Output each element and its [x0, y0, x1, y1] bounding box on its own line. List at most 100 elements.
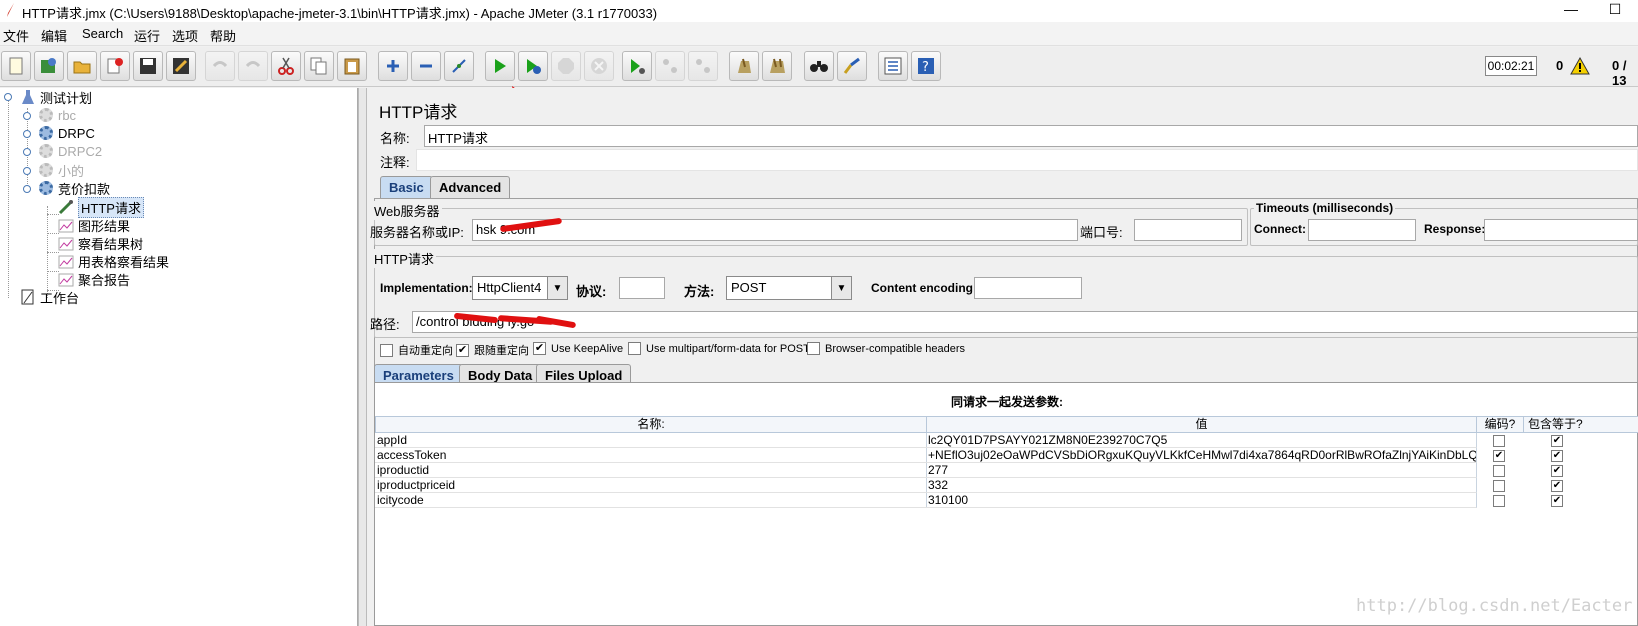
remote-start-icon[interactable] — [622, 51, 652, 81]
name-field[interactable]: HTTP请求 — [424, 125, 1638, 147]
menu-run[interactable]: 运行 — [134, 26, 160, 45]
start-icon[interactable] — [485, 51, 515, 81]
keepalive-checkbox[interactable]: ✔ Use KeepAlive — [533, 342, 623, 355]
tree-node-drpc2[interactable]: DRPC2 — [38, 142, 102, 160]
help-icon[interactable]: ? — [911, 51, 941, 81]
check-icon[interactable]: ✔ — [1551, 435, 1563, 447]
stop-icon[interactable] — [551, 51, 581, 81]
menu-edit[interactable]: 编辑 — [41, 26, 67, 45]
listener-chart-icon — [58, 217, 74, 233]
paste-icon[interactable] — [337, 51, 367, 81]
close-file-icon[interactable] — [100, 51, 130, 81]
auto-redirect-checkbox[interactable]: 自动重定向 — [380, 342, 453, 358]
encode-checkbox[interactable] — [1493, 480, 1505, 492]
check-icon[interactable]: ✔ — [1551, 450, 1563, 462]
param-name-cell[interactable]: appId — [375, 433, 927, 448]
response-timeout-field[interactable] — [1484, 219, 1638, 241]
search-icon[interactable] — [804, 51, 834, 81]
tree-expander-root[interactable] — [4, 93, 12, 101]
param-name-cell[interactable]: iproductpriceid — [375, 478, 927, 493]
remote-stop-icon[interactable] — [655, 51, 685, 81]
tree-node-view-results-tree[interactable]: 察看结果树 — [58, 234, 143, 252]
menu-search[interactable]: Search — [82, 26, 123, 41]
clear-all-icon[interactable] — [762, 51, 792, 81]
start-no-pauses-icon[interactable] — [518, 51, 548, 81]
encode-checkbox[interactable] — [1493, 435, 1505, 447]
new-icon[interactable] — [1, 51, 31, 81]
tree-node-small[interactable]: 小的 — [38, 161, 84, 179]
tree-node-test-plan[interactable]: 测试计划 — [20, 88, 92, 106]
tree-expander-drpc[interactable] — [23, 130, 31, 138]
column-header-value[interactable]: 值 — [926, 416, 1477, 433]
check-icon[interactable]: ✔ — [1551, 465, 1563, 477]
param-value-cell[interactable]: 310100 — [926, 493, 1477, 508]
port-field[interactable] — [1134, 219, 1242, 241]
undo-icon[interactable] — [205, 51, 235, 81]
minimize-button[interactable]: — — [1556, 1, 1586, 17]
parameters-table: 同请求一起发送参数: 名称: 值 编码? 包含等于? appId lc2QY01D… — [374, 382, 1638, 626]
encode-checkbox[interactable] — [1493, 495, 1505, 507]
templates-icon[interactable] — [34, 51, 64, 81]
clear-icon[interactable] — [729, 51, 759, 81]
encode-checkbox[interactable] — [1493, 465, 1505, 477]
tree-expander-bidding[interactable] — [23, 185, 31, 193]
tree-node-bidding[interactable]: 竞价扣款 — [38, 179, 110, 197]
redo-icon[interactable] — [238, 51, 268, 81]
tree-node-view-results-table[interactable]: 用表格察看结果 — [58, 252, 169, 270]
method-select[interactable]: POST ▼ — [726, 276, 852, 300]
multipart-checkbox[interactable]: Use multipart/form-data for POST — [628, 342, 810, 355]
follow-redirect-checkbox[interactable]: ✔ 跟随重定向 — [456, 342, 529, 358]
param-name-cell[interactable]: iproductid — [375, 463, 927, 478]
menu-file[interactable]: 文件 — [3, 26, 29, 45]
implementation-select[interactable]: HttpClient4 ▼ — [472, 276, 568, 300]
comment-field[interactable] — [416, 149, 1638, 171]
param-value-cell[interactable]: lc2QY01D7PSAYY021ZM8N0E239270C7Q5 — [926, 433, 1477, 448]
tree-node-http-request[interactable]: HTTP请求 — [58, 196, 144, 218]
path-field[interactable]: /control bidding ly.go — [412, 311, 1638, 333]
check-icon[interactable]: ✔ — [1551, 495, 1563, 507]
param-name-cell[interactable]: accessToken — [375, 448, 927, 463]
column-header-include-equals[interactable]: 包含等于? — [1523, 416, 1638, 433]
open-icon[interactable] — [67, 51, 97, 81]
param-value-cell[interactable]: 277 — [926, 463, 1477, 478]
tree-expander-drpc2[interactable] — [23, 148, 31, 156]
elapsed-time: 00:02:21 — [1485, 56, 1537, 76]
menu-options[interactable]: 选项 — [172, 26, 198, 45]
column-header-encode[interactable]: 编码? — [1476, 416, 1524, 433]
column-header-name[interactable]: 名称: — [375, 416, 927, 433]
split-pane-divider[interactable] — [358, 88, 367, 626]
remote-exit-icon[interactable] — [688, 51, 718, 81]
browser-headers-checkbox[interactable]: Browser-compatible headers — [807, 342, 965, 355]
menu-help[interactable]: 帮助 — [210, 26, 236, 45]
protocol-field[interactable] — [619, 277, 665, 299]
server-field[interactable]: hsk 9.com — [472, 219, 1078, 241]
check-icon[interactable]: ✔ — [1493, 450, 1505, 462]
param-value-cell[interactable]: 332 — [926, 478, 1477, 493]
shutdown-icon[interactable] — [584, 51, 614, 81]
content-encoding-field[interactable] — [974, 277, 1082, 299]
warning-icon[interactable] — [1570, 57, 1590, 75]
tree-expander-rbc[interactable] — [23, 112, 31, 120]
tab-advanced[interactable]: Advanced — [430, 176, 511, 198]
save-icon[interactable] — [133, 51, 163, 81]
cut-icon[interactable] — [271, 51, 301, 81]
copy-icon[interactable] — [304, 51, 334, 81]
tree-expander-small[interactable] — [23, 167, 31, 175]
connect-timeout-field[interactable] — [1308, 219, 1416, 241]
tab-basic[interactable]: Basic — [380, 176, 433, 198]
check-icon[interactable]: ✔ — [1551, 480, 1563, 492]
tree-node-rbc[interactable]: rbc — [38, 106, 76, 124]
toggle-icon[interactable] — [444, 51, 474, 81]
expand-all-icon[interactable] — [378, 51, 408, 81]
tree-node-aggregate-report[interactable]: 聚合报告 — [58, 270, 130, 288]
collapse-all-icon[interactable] — [411, 51, 441, 81]
tree-node-graph-results[interactable]: 图形结果 — [58, 216, 130, 234]
tree-node-workbench[interactable]: 工作台 — [20, 288, 79, 306]
param-name-cell[interactable]: icitycode — [375, 493, 927, 508]
save-screenshot-icon[interactable] — [166, 51, 196, 81]
reset-search-icon[interactable] — [837, 51, 867, 81]
function-helper-icon[interactable] — [878, 51, 908, 81]
tree-node-drpc[interactable]: DRPC — [38, 124, 95, 142]
param-value-cell[interactable]: +NEflO3uj02eOaWPdCVSbDiORgxuKQuyVLKkfCeH… — [926, 448, 1477, 463]
maximize-button[interactable]: ☐ — [1600, 1, 1630, 18]
